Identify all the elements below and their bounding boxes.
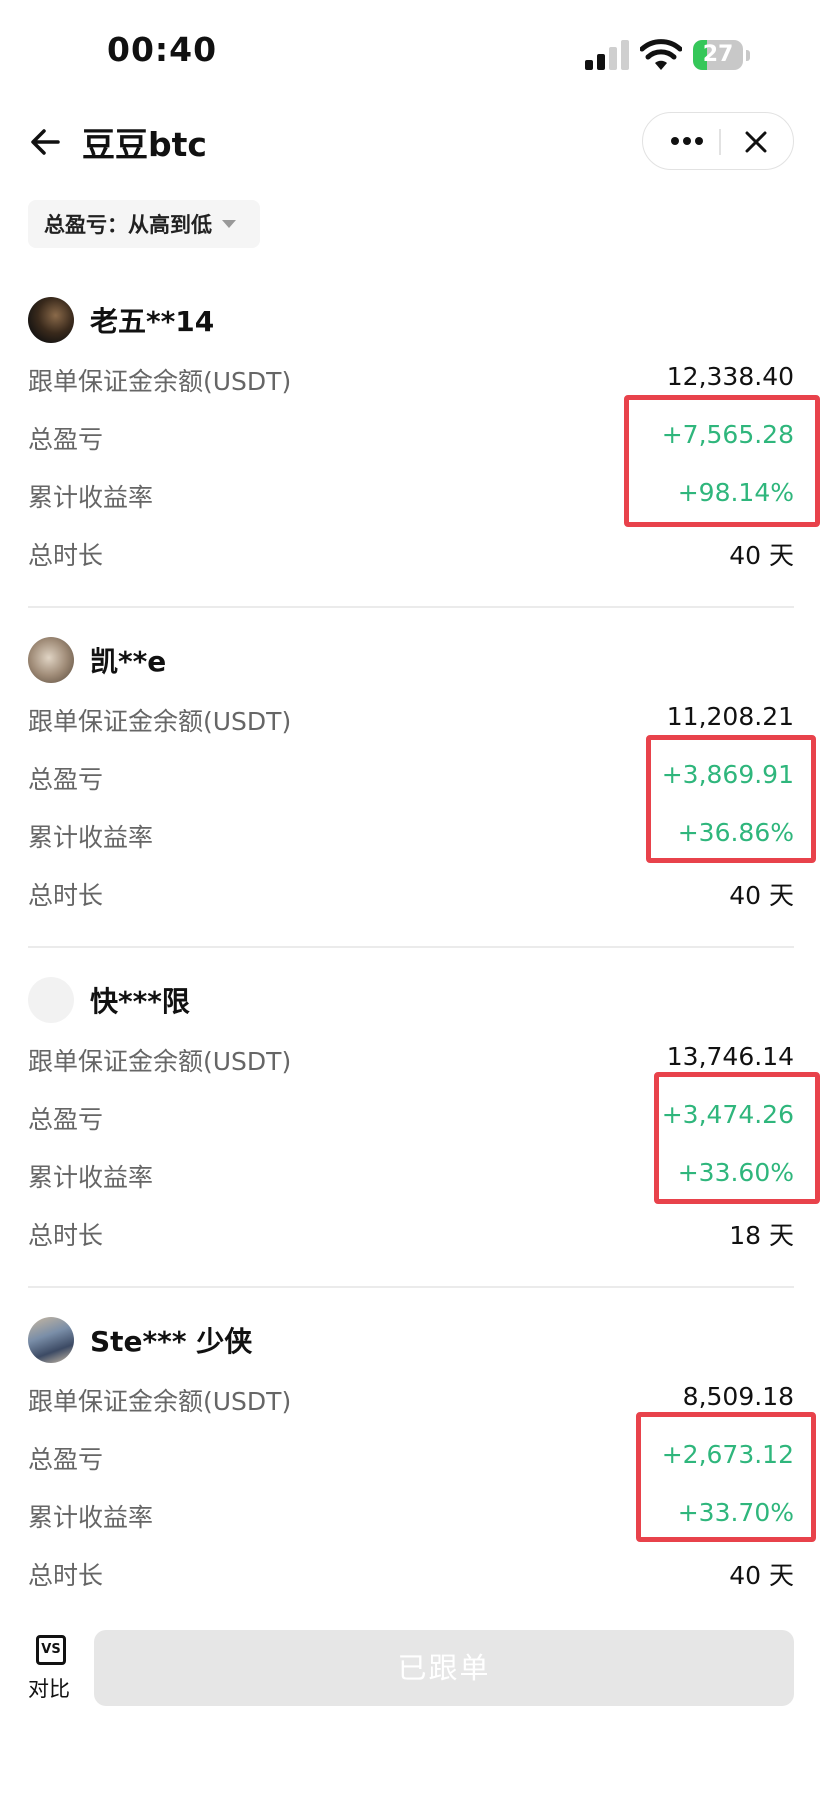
roi-label: 累计收益率 xyxy=(28,1163,154,1192)
trader-name: 快***限 xyxy=(90,985,190,1018)
divider xyxy=(28,946,794,948)
trader-name: 凯**e xyxy=(90,645,167,678)
trader-name: Ste*** 少侠 xyxy=(90,1325,253,1358)
dropdown-arrow-icon xyxy=(222,220,236,228)
margin-value: 8,509.18 xyxy=(682,1382,794,1411)
status-time: 00:40 xyxy=(107,30,218,69)
cellular-signal-icon xyxy=(585,40,629,70)
margin-label: 跟单保证金余额(USDT) xyxy=(28,1047,292,1076)
mini-program-capsule xyxy=(642,112,794,170)
duration-label: 总时长 xyxy=(28,541,104,570)
divider xyxy=(28,1286,794,1288)
pnl-label: 总盈亏 xyxy=(28,765,104,794)
roi-label: 累计收益率 xyxy=(28,823,154,852)
divider xyxy=(28,606,794,608)
margin-label: 跟单保证金余额(USDT) xyxy=(28,367,292,396)
status-bar: 00:40 27 xyxy=(0,0,828,100)
sort-dropdown[interactable]: 总盈亏：从高到低 xyxy=(28,200,260,248)
wifi-icon xyxy=(640,39,682,70)
battery-level: 27 xyxy=(702,42,734,67)
roi-label: 累计收益率 xyxy=(28,483,154,512)
margin-label: 跟单保证金余额(USDT) xyxy=(28,1387,292,1416)
highlight-box xyxy=(624,395,820,527)
trader-name: 老五**14 xyxy=(90,305,215,338)
duration-label: 总时长 xyxy=(28,881,104,910)
duration-value: 40 天 xyxy=(729,541,794,570)
duration-label: 总时长 xyxy=(28,1221,104,1250)
duration-value: 18 天 xyxy=(729,1221,794,1250)
margin-value: 13,746.14 xyxy=(666,1042,794,1071)
followed-button[interactable]: 已跟单 xyxy=(94,1630,794,1706)
duration-value: 40 天 xyxy=(729,1561,794,1590)
duration-value: 40 天 xyxy=(729,881,794,910)
roi-label: 累计收益率 xyxy=(28,1503,154,1532)
highlight-box xyxy=(636,1412,816,1542)
avatar xyxy=(28,977,74,1023)
vs-icon: VS xyxy=(36,1635,66,1665)
margin-value: 11,208.21 xyxy=(666,702,794,731)
pnl-label: 总盈亏 xyxy=(28,425,104,454)
page-title: 豆豆btc xyxy=(82,125,207,164)
margin-label: 跟单保证金余额(USDT) xyxy=(28,707,292,736)
duration-label: 总时长 xyxy=(28,1561,104,1590)
compare-button[interactable]: VS 对比 xyxy=(28,1635,78,1705)
more-icon[interactable] xyxy=(663,127,711,155)
avatar xyxy=(28,637,74,683)
avatar xyxy=(28,297,74,343)
close-icon[interactable] xyxy=(741,127,771,157)
nav-bar: 豆豆btc xyxy=(0,110,828,180)
highlight-box xyxy=(654,1072,820,1204)
margin-value: 12,338.40 xyxy=(666,362,794,391)
pnl-label: 总盈亏 xyxy=(28,1105,104,1134)
back-arrow-icon[interactable] xyxy=(28,124,64,160)
compare-label: 对比 xyxy=(28,1677,70,1701)
battery-indicator: 27 xyxy=(693,40,753,72)
highlight-box xyxy=(646,735,816,863)
pnl-label: 总盈亏 xyxy=(28,1445,104,1474)
avatar xyxy=(28,1317,74,1363)
sort-label: 总盈亏：从高到低 xyxy=(44,213,212,237)
